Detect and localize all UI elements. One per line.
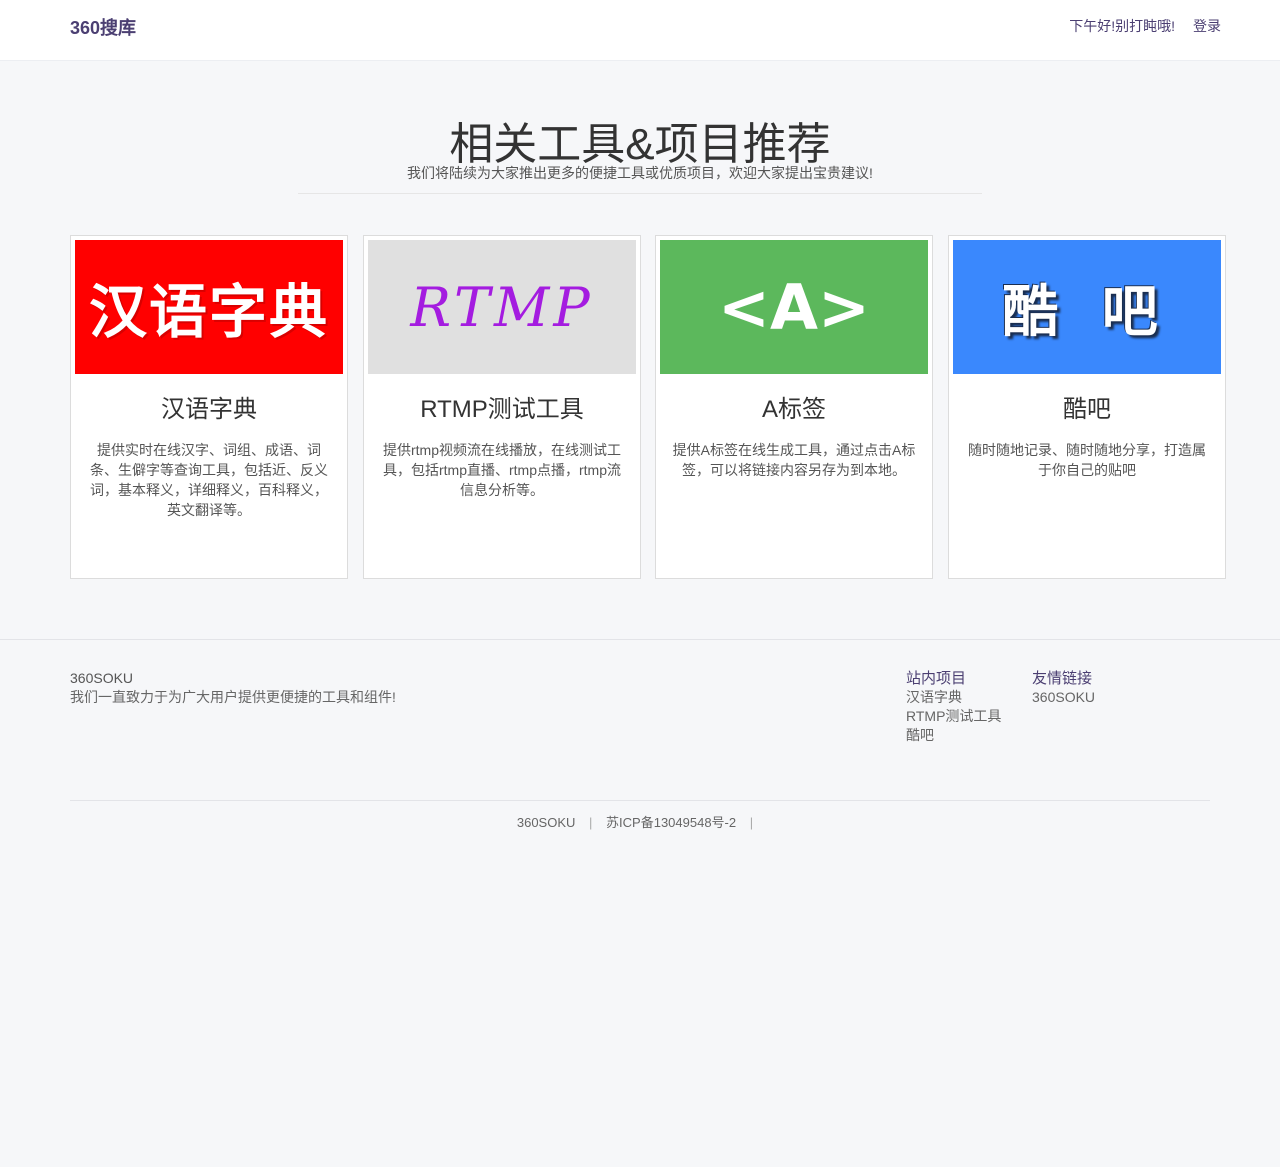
nav-right: 下午好!别打盹哦! 登录 <box>1069 16 1221 36</box>
card-title[interactable]: RTMP测试工具 <box>368 394 636 426</box>
card-description: 提供A标签在线生成工具，通过点击A标签，可以将链接内容另存为到本地。 <box>672 442 916 478</box>
tool-cards: 汉语字典 汉语字典 提供实时在线汉字、词组、成语、词条、生僻字等查询工具，包括近… <box>70 235 1226 579</box>
copyright-bar: 360SOKU | 苏ICP备13049548号-2 | <box>0 812 1280 831</box>
footer-friends: 友情链接 360SOKU <box>1032 670 1095 707</box>
card-a-tag[interactable]: <A> A标签 提供A标签在线生成工具，通过点击A标签，可以将链接内容另存为到本… <box>655 235 933 579</box>
footer-friends-heading: 友情链接 <box>1032 670 1093 687</box>
copyright-separator: | <box>589 815 593 830</box>
card-description: 提供rtmp视频流在线播放，在线测试工具，包括rtmp直播、rtmp点播，rtm… <box>383 442 621 498</box>
footer-divider <box>0 639 1280 640</box>
footer-link-360soku[interactable]: 360SOKU <box>1032 688 1095 707</box>
section-subtitle: 我们将陆续为大家推出更多的便捷工具或优质项目，欢迎大家提出宝贵建议! <box>407 165 873 181</box>
card-image-text: <A> <box>718 270 870 344</box>
footer-projects: 站内项目 汉语字典 RTMP测试工具 酷吧 <box>906 670 1001 745</box>
icp-link[interactable]: 苏ICP备13049548号-2 <box>606 815 736 830</box>
card-image-text: 酷 吧 <box>1002 279 1172 343</box>
card-title[interactable]: A标签 <box>660 394 928 426</box>
card-hanyu-zidian[interactable]: 汉语字典 汉语字典 提供实时在线汉字、词组、成语、词条、生僻字等查询工具，包括近… <box>70 235 348 579</box>
card-title[interactable]: 汉语字典 <box>75 394 343 426</box>
brand-logo-link[interactable]: 360搜库 <box>70 14 136 40</box>
card-description: 提供实时在线汉字、词组、成语、词条、生僻字等查询工具，包括近、反义词，基本释义，… <box>90 442 328 518</box>
section-header: 相关工具&项目推荐 我们将陆续为大家推出更多的便捷工具或优质项目，欢迎大家提出宝… <box>0 118 1280 182</box>
card-image[interactable]: RTMP <box>368 240 636 374</box>
card-rtmp-tool[interactable]: RTMP RTMP测试工具 提供rtmp视频流在线播放，在线测试工具，包括rtm… <box>363 235 641 579</box>
footer-brand: 360SOKU <box>70 670 134 686</box>
footer-projects-heading: 站内项目 <box>906 670 967 687</box>
footer-link-kuba[interactable]: 酷吧 <box>906 726 1001 745</box>
card-title[interactable]: 酷吧 <box>953 394 1221 426</box>
footer-bottom-divider <box>70 800 1210 801</box>
footer-link-rtmp[interactable]: RTMP测试工具 <box>906 707 1001 726</box>
card-image[interactable]: 汉语字典 <box>75 240 343 374</box>
card-description: 随时随地记录、随时随地分享，打造属于你自己的贴吧 <box>968 442 1206 478</box>
section-divider <box>298 193 982 194</box>
greeting-text: 下午好!别打盹哦! <box>1069 18 1175 34</box>
copyright-name: 360SOKU <box>516 815 576 830</box>
card-kuba[interactable]: 酷 吧 酷吧 随时随地记录、随时随地分享，打造属于你自己的贴吧 <box>948 235 1226 579</box>
footer-slogan: 我们一直致力于为广大用户提供更便捷的工具和组件! <box>70 689 396 705</box>
card-image-text: RTMP <box>410 275 594 339</box>
card-image[interactable]: 酷 吧 <box>953 240 1221 374</box>
footer-link-hanyu[interactable]: 汉语字典 <box>906 688 1001 707</box>
card-image[interactable]: <A> <box>660 240 928 374</box>
top-navbar: 360搜库 下午好!别打盹哦! 登录 <box>0 0 1280 61</box>
copyright-separator: | <box>749 815 754 830</box>
login-link[interactable]: 登录 <box>1193 16 1221 36</box>
card-image-text: 汉语字典 <box>88 280 329 345</box>
